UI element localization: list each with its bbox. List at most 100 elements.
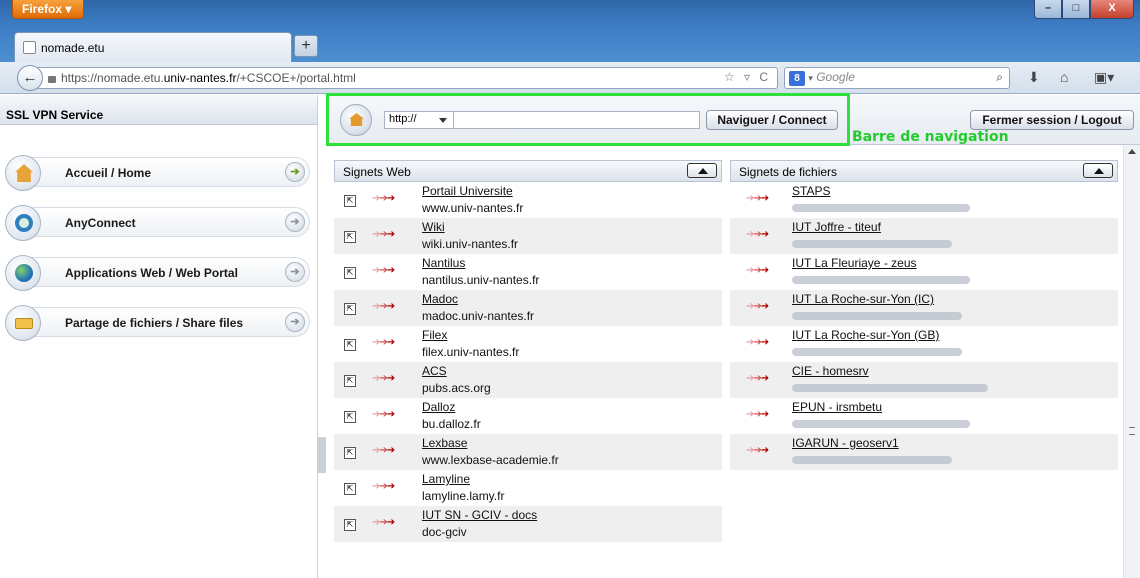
bookmark-link[interactable]: CIE - homesrv	[792, 364, 869, 378]
home-icon[interactable]: ⌂	[1060, 69, 1068, 85]
open-external-icon[interactable]: ⇱	[344, 519, 356, 531]
google-plus-icon[interactable]: 8	[789, 71, 805, 86]
file-bookmark-row: ➔➔➔ IUT La Fleuriaye - zeus	[730, 254, 1118, 290]
arrow-right-icon[interactable]: ➔	[285, 262, 305, 282]
open-external-icon[interactable]: ⇱	[344, 303, 356, 315]
bookmark-link[interactable]: Dalloz	[422, 400, 455, 414]
bookmark-link[interactable]: Nantilus	[422, 256, 465, 270]
collapse-toggle-button[interactable]	[687, 163, 717, 178]
web-bookmarks-panel: Signets Web ⇱ ➔➔➔ Portail Universite www.un…	[334, 160, 722, 542]
bookmark-star-reload-icons[interactable]: ☆ ▿ C	[724, 70, 771, 84]
collapse-toggle-button[interactable]	[1083, 163, 1113, 178]
folder-network-icon	[5, 305, 41, 341]
address-bar[interactable]: https://nomade.etu.univ-nantes.fr/+CSCOE…	[38, 67, 778, 89]
arrow-right-icon[interactable]: ➔	[285, 162, 305, 182]
open-external-icon[interactable]: ⇱	[344, 339, 356, 351]
connect-arrows-icon: ➔➔➔	[372, 193, 395, 204]
bookmark-link[interactable]: Madoc	[422, 292, 458, 306]
logout-button[interactable]: Fermer session / Logout	[970, 110, 1134, 130]
sidebar-item-label: Partage de fichiers / Share files	[65, 316, 244, 330]
sidebar-item-label: Accueil / Home	[65, 166, 152, 180]
blurred-path	[792, 348, 962, 356]
download-icon[interactable]: ⬇	[1028, 69, 1040, 86]
search-engine-dropdown-icon[interactable]: ▾	[808, 73, 813, 83]
bookmark-link[interactable]: IUT La Roche-sur-Yon (GB)	[792, 328, 939, 342]
bookmark-url: wiki.univ-nantes.fr	[422, 237, 519, 251]
open-external-icon[interactable]: ⇱	[344, 375, 356, 387]
home-icon	[5, 155, 41, 191]
sidebar-item-anyconnect[interactable]: AnyConnect ➔	[5, 205, 310, 241]
file-bookmark-row: ➔➔➔ IUT Joffre - titeuf	[730, 218, 1118, 254]
bookmark-link[interactable]: Wiki	[422, 220, 445, 234]
arrow-right-icon[interactable]: ➔	[285, 312, 305, 332]
browser-navigation-bar: https://nomade.etu.univ-nantes.fr/+CSCOE…	[0, 62, 1140, 94]
sidebar-item-share-files[interactable]: Partage de fichiers / Share files ➔	[5, 305, 310, 341]
connect-arrows-icon: ➔➔➔	[746, 337, 769, 348]
bookmark-link[interactable]: IUT La Roche-sur-Yon (IC)	[792, 292, 934, 306]
web-bookmark-row: ⇱ ➔➔➔ Portail Universite www.univ-nantes.fr	[334, 182, 722, 218]
search-icon[interactable]: ⌕	[996, 70, 1003, 85]
open-external-icon[interactable]: ⇱	[344, 195, 356, 207]
connect-arrows-icon: ➔➔➔	[746, 373, 769, 384]
open-external-icon[interactable]: ⇱	[344, 231, 356, 243]
open-external-icon[interactable]: ⇱	[344, 447, 356, 459]
browser-tab[interactable]: nomade.etu	[14, 32, 292, 62]
blurred-path	[792, 312, 962, 320]
bookmark-link[interactable]: ACS	[422, 364, 447, 378]
connect-arrows-icon: ➔➔➔	[746, 445, 769, 456]
bookmark-link[interactable]: IUT La Fleuriaye - zeus	[792, 256, 917, 270]
connect-arrows-icon: ➔➔➔	[746, 229, 769, 240]
bookmark-link[interactable]: IUT SN - GCIV - docs	[422, 508, 537, 522]
web-bookmark-row: ⇱ ➔➔➔ ACS pubs.acs.org	[334, 362, 722, 398]
blurred-path	[792, 204, 970, 212]
vertical-scrollbar[interactable]	[1123, 145, 1140, 578]
web-bookmarks-header: Signets Web	[334, 160, 722, 182]
search-input[interactable]: 8 ▾ Google ⌕	[784, 67, 1010, 89]
window-controls: – □ X	[1034, 0, 1134, 19]
sidebar-item-web-portal[interactable]: Applications Web / Web Portal ➔	[5, 255, 310, 291]
file-bookmarks-header: Signets de fichiers	[730, 160, 1118, 182]
maximize-button[interactable]: □	[1062, 0, 1090, 19]
connect-arrows-icon: ➔➔➔	[746, 301, 769, 312]
minimize-button[interactable]: –	[1034, 0, 1062, 19]
open-external-icon[interactable]: ⇱	[344, 483, 356, 495]
bookmark-url: doc-gciv	[422, 525, 467, 539]
sidebar-collapse-handle[interactable]	[318, 437, 326, 473]
sidebar-item-home[interactable]: Accueil / Home ➔	[5, 155, 310, 191]
url-host: univ-nantes.fr	[163, 71, 237, 85]
new-tab-button[interactable]: +	[294, 35, 318, 57]
bookmark-link[interactable]: EPUN - irsmbetu	[792, 400, 882, 414]
bookmark-link[interactable]: IUT Joffre - titeuf	[792, 220, 881, 234]
back-button[interactable]: ←	[17, 65, 43, 91]
blurred-path	[792, 420, 970, 428]
open-external-icon[interactable]: ⇱	[344, 267, 356, 279]
file-bookmarks-panel: Signets de fichiers ➔➔➔ STAPS ➔➔➔ IUT Joffr…	[730, 160, 1118, 470]
web-bookmark-row: ⇱ ➔➔➔ Wiki wiki.univ-nantes.fr	[334, 218, 722, 254]
sidebar-item-label: AnyConnect	[65, 216, 136, 230]
firefox-menu-button[interactable]: Firefox ▾	[12, 0, 84, 19]
blurred-path	[792, 276, 970, 284]
bookmark-link[interactable]: Lexbase	[422, 436, 467, 450]
bookmark-link[interactable]: Portail Universite	[422, 184, 513, 198]
file-bookmark-row: ➔➔➔ EPUN - irsmbetu	[730, 398, 1118, 434]
scroll-grip-icon[interactable]	[1129, 427, 1135, 435]
bookmark-link[interactable]: STAPS	[792, 184, 830, 198]
web-bookmark-row: ⇱ ➔➔➔ Filex filex.univ-nantes.fr	[334, 326, 722, 362]
bookmark-link[interactable]: IGARUN - geoserv1	[792, 436, 899, 450]
blurred-path	[792, 384, 988, 392]
arrow-right-icon[interactable]: ➔	[285, 212, 305, 232]
scroll-up-arrow-icon[interactable]	[1128, 149, 1136, 154]
open-external-icon[interactable]: ⇱	[344, 411, 356, 423]
url-prefix: https://nomade.etu.	[61, 71, 164, 85]
main-pane: http:// Naviguer / Connect Fermer sessio…	[326, 93, 1140, 578]
bookmark-link[interactable]: Lamyline	[422, 472, 470, 486]
close-window-button[interactable]: X	[1090, 0, 1134, 19]
connect-arrows-icon: ➔➔➔	[372, 229, 395, 240]
blurred-path	[792, 240, 952, 248]
bookmark-url: www.lexbase-academie.fr	[422, 453, 559, 467]
blurred-path	[792, 456, 952, 464]
bookmarks-menu-icon[interactable]: ▣▾	[1094, 69, 1114, 86]
connect-arrows-icon: ➔➔➔	[746, 193, 769, 204]
bookmark-link[interactable]: Filex	[422, 328, 447, 342]
connect-arrows-icon: ➔➔➔	[372, 265, 395, 276]
